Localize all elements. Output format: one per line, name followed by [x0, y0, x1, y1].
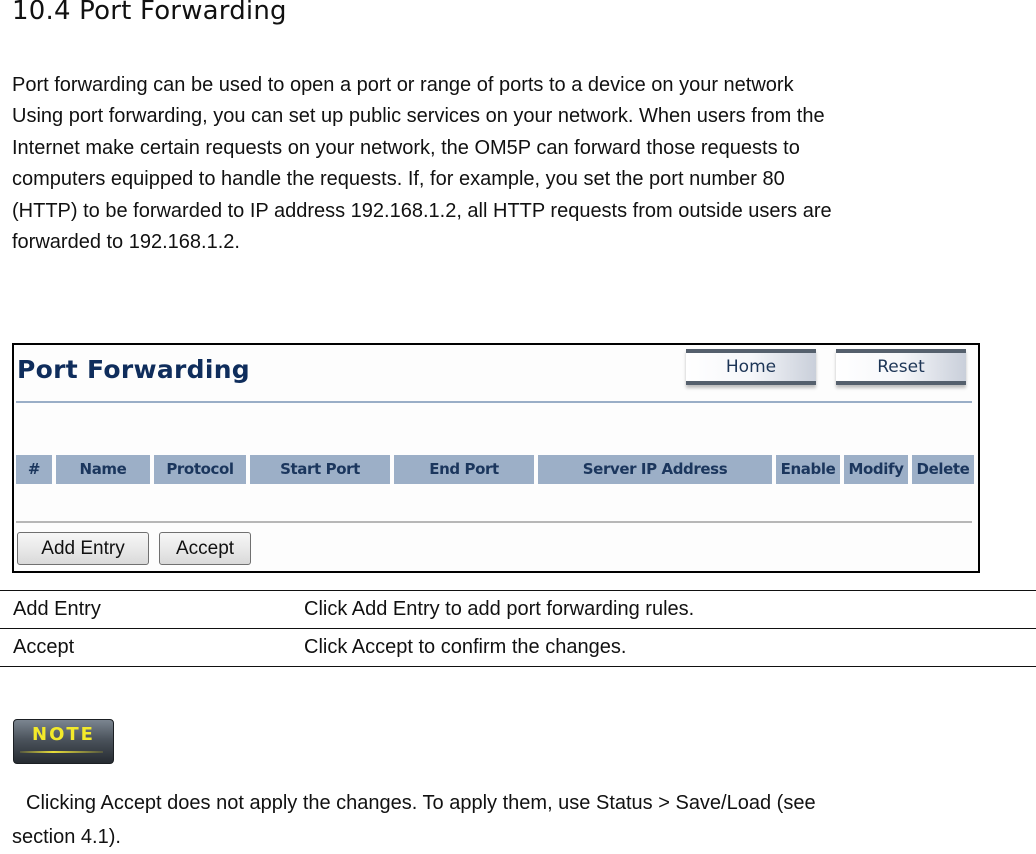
table-row: Accept Click Accept to confirm the chang… [0, 628, 1036, 667]
table-divider [16, 521, 972, 523]
column-header-enable: Enable [776, 455, 840, 484]
note-line: Clicking Accept does not apply the chang… [26, 792, 816, 814]
add-entry-button[interactable]: Add Entry [17, 532, 149, 565]
term-accept: Accept [13, 636, 75, 658]
ui-page-title: Port Forwarding [17, 355, 251, 384]
title-divider [16, 401, 972, 403]
description-table: Add Entry Click Add Entry to add port fo… [0, 590, 1036, 667]
section-title: 10.4 Port Forwarding [12, 0, 287, 26]
intro-line: Internet make certain requests on your n… [12, 136, 800, 159]
port-forwarding-screenshot: Port Forwarding Home Reset # Name Protoc… [12, 343, 980, 573]
intro-line: computers equipped to handle the request… [12, 168, 785, 191]
column-header-number: # [16, 455, 52, 484]
accept-button[interactable]: Accept [159, 532, 251, 565]
home-button[interactable]: Home [686, 349, 816, 385]
column-header-protocol: Protocol [154, 455, 246, 484]
column-header-end-port: End Port [394, 455, 534, 484]
column-header-modify: Modify [844, 455, 908, 484]
intro-line: Port forwarding can be used to open a po… [12, 74, 794, 96]
definition-add-entry: Click Add Entry to add port forwarding r… [304, 598, 695, 620]
column-header-delete: Delete [912, 455, 974, 484]
definition-accept: Click Accept to confirm the changes. [304, 636, 627, 658]
note-glow-line [20, 751, 103, 753]
intro-line: forwarded to 192.168.1.2. [12, 231, 240, 254]
intro-line: (HTTP) to be forwarded to IP address 192… [12, 199, 832, 222]
term-add-entry: Add Entry [13, 598, 101, 620]
intro-paragraph: Port forwarding can be used to open a po… [12, 70, 1036, 258]
note-text: Clicking Accept does not apply the chang… [12, 786, 1032, 854]
note-line: section 4.1). [12, 826, 121, 848]
table-row: Add Entry Click Add Entry to add port fo… [0, 590, 1036, 629]
column-header-server-ip: Server IP Address [538, 455, 772, 484]
column-header-start-port: Start Port [250, 455, 390, 484]
column-header-name: Name [56, 455, 150, 484]
intro-line: Using port forwarding, you can set up pu… [12, 105, 825, 128]
table-header-row: # Name Protocol Start Port End Port Serv… [16, 455, 974, 484]
reset-button[interactable]: Reset [836, 349, 966, 385]
note-badge-label: NOTE [32, 724, 95, 745]
note-icon: NOTE [13, 719, 114, 764]
